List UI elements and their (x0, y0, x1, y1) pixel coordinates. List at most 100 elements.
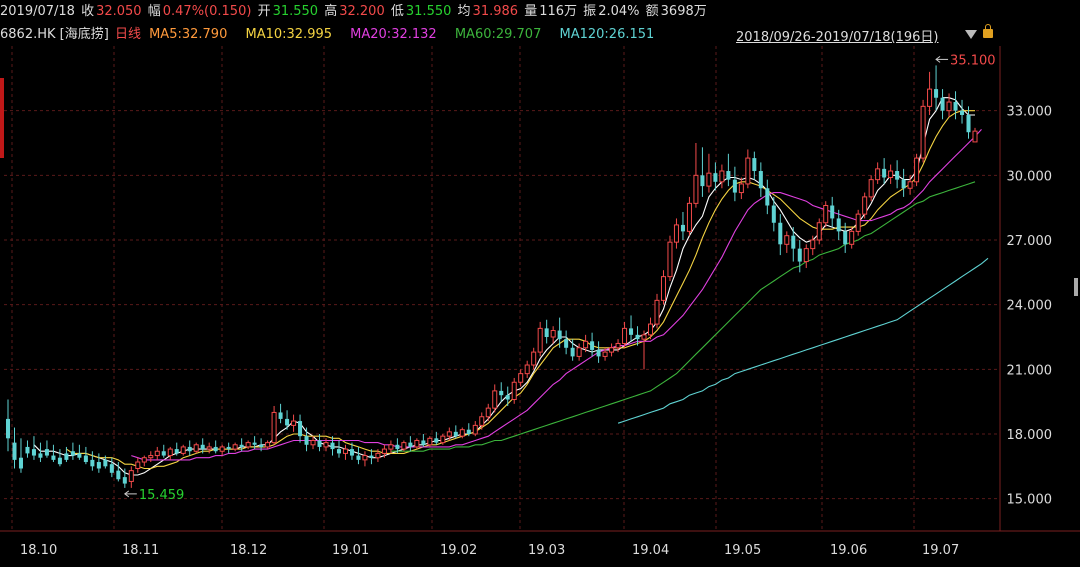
candle-body (180, 446, 186, 454)
candle-body (745, 157, 751, 185)
low-label: 低 (390, 4, 404, 19)
candle-body (414, 439, 420, 448)
quote-date: 2019/07/18 (0, 4, 75, 19)
ma5-legend: MA5:32.790 (149, 27, 228, 42)
candle-body (83, 455, 88, 463)
x-tick-label: 19.05 (724, 543, 761, 558)
price-annotations: 35.100 15.459 (123, 53, 996, 503)
candle-body (667, 241, 673, 278)
candle-body (693, 174, 699, 204)
candle-body (738, 183, 744, 194)
candle-body (349, 449, 354, 456)
candle-body (570, 347, 575, 357)
candle-body (323, 442, 329, 448)
candle-body (434, 438, 439, 443)
candle-body (472, 424, 478, 435)
ma20-legend: MA20:32.132 (350, 27, 437, 42)
candle-body (673, 224, 679, 243)
candle-body (239, 444, 244, 447)
candle-body (298, 421, 303, 437)
lock-icon[interactable] (983, 24, 993, 38)
candle-body (797, 248, 802, 262)
candle-body (291, 420, 297, 426)
ticker-name[interactable]: 6862.HK [海底捞] (0, 27, 109, 42)
avg-label: 均 (457, 4, 471, 19)
x-tick-label: 19.04 (632, 543, 669, 558)
candle-body (38, 453, 43, 458)
y-tick-label: 21.000 (1007, 363, 1053, 378)
candle-body (862, 196, 868, 215)
amplitude-label: 振 (583, 4, 597, 19)
amount-label: 额 (645, 4, 659, 19)
y-tick-label: 27.000 (1007, 234, 1053, 249)
low-value: 31.550 (405, 4, 452, 19)
candle-body (161, 451, 166, 456)
candle-body (369, 455, 374, 458)
candle-body (148, 455, 154, 459)
candle-body (518, 373, 524, 383)
candle-body (116, 470, 121, 480)
candle-body (408, 442, 413, 447)
volume-label: 量 (524, 4, 538, 19)
candle-body (615, 342, 621, 349)
candle-body (765, 188, 770, 206)
candle-body (375, 452, 381, 459)
moving-average-lines (33, 97, 989, 476)
min-price-label: 15.459 (139, 488, 185, 503)
candle-body (914, 157, 920, 183)
candle-body (122, 477, 127, 484)
close-label: 收 (81, 4, 95, 19)
y-tick-label: 33.000 (1007, 105, 1053, 120)
candle-body (499, 390, 504, 396)
candle-body (109, 464, 114, 473)
close-value: 32.050 (96, 4, 142, 19)
candle-body (466, 429, 471, 434)
candle-body (128, 470, 134, 482)
candle-body (271, 411, 277, 444)
candle-body (557, 330, 562, 340)
candle-body (459, 429, 465, 437)
candle-body (940, 97, 945, 111)
ma-line-ma120 (617, 257, 989, 424)
candle-body (232, 444, 238, 450)
candle-body (537, 327, 543, 353)
y-tick-label: 24.000 (1007, 299, 1053, 314)
candle-body (778, 222, 783, 245)
candle-body (252, 442, 257, 445)
period-selector[interactable]: 日线 (115, 27, 141, 42)
ma-line-ma20 (131, 129, 982, 461)
candle-body (492, 390, 498, 409)
date-range-selector[interactable]: 2018/09/26-2019/07/18(196日) (736, 26, 939, 45)
candle-body (934, 89, 939, 98)
amplitude-value: 2.04% (598, 4, 640, 19)
candle-body (90, 459, 95, 467)
candle-body (700, 175, 705, 187)
candle-body (278, 412, 283, 419)
candle-body (265, 442, 271, 448)
x-tick-label: 19.02 (440, 543, 477, 558)
candle-body (602, 351, 608, 357)
high-value: 32.200 (339, 4, 385, 19)
volume-value: 116万 (539, 4, 578, 19)
candle-body (550, 330, 556, 338)
candle-body (888, 170, 894, 178)
max-price-label: 35.100 (950, 53, 996, 68)
candle-body (304, 436, 309, 445)
candle-body (907, 181, 913, 189)
x-tick-label: 18.10 (20, 543, 57, 558)
x-tick-label: 18.11 (122, 543, 159, 558)
candle-body (576, 347, 582, 357)
candle-body (855, 213, 861, 232)
candle-body (259, 444, 264, 447)
candle-body (135, 461, 141, 469)
dropdown-arrow-icon[interactable] (965, 30, 977, 39)
candle-body (103, 459, 108, 467)
candle-body (285, 418, 290, 426)
y-tick-label: 30.000 (1007, 169, 1053, 184)
candle-body (245, 442, 251, 448)
candle-body (401, 442, 407, 450)
open-label: 开 (257, 4, 271, 19)
kline-chart[interactable]: 15.000 18.000 21.000 24.000 27.000 30.000 33.0… (0, 46, 1080, 567)
candle-body (686, 202, 692, 232)
open-value: 31.550 (272, 4, 319, 19)
